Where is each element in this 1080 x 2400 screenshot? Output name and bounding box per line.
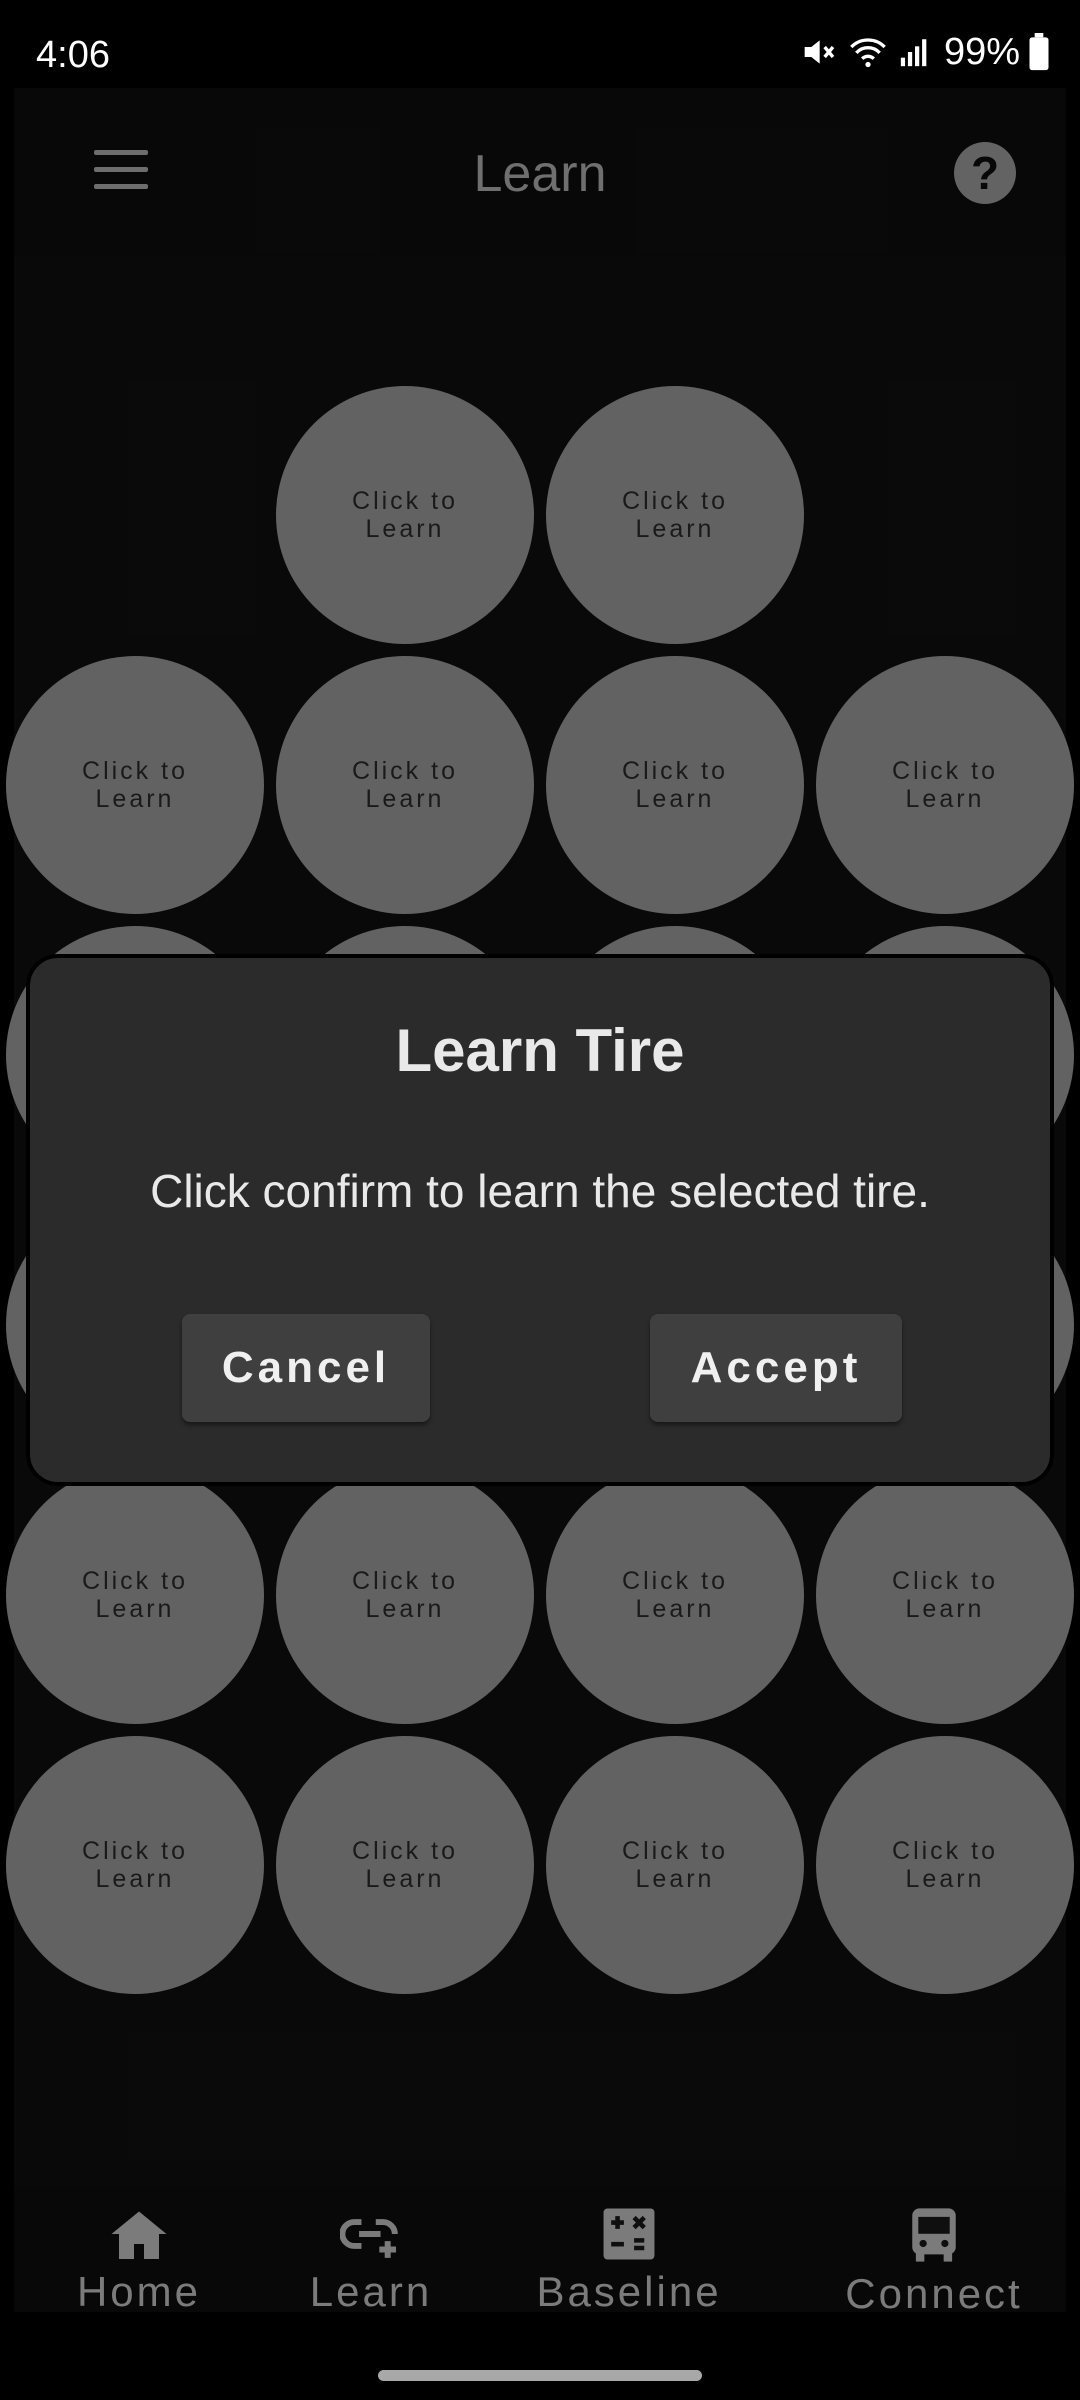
learn-tire-dialog: Learn Tire Click confirm to learn the se… xyxy=(26,954,1054,1486)
dialog-title: Learn Tire xyxy=(395,1017,685,1084)
dialog-message: Click confirm to learn the selected tire… xyxy=(150,1165,930,1217)
accept-button[interactable]: Accept xyxy=(650,1314,902,1422)
status-icons: 99% xyxy=(798,30,1050,74)
battery-percent: 99% xyxy=(943,30,1020,73)
battery-icon xyxy=(1028,33,1050,71)
mute-icon xyxy=(798,32,838,72)
cancel-button[interactable]: Cancel xyxy=(182,1314,430,1422)
status-time: 4:06 xyxy=(36,34,110,76)
signal-icon xyxy=(898,34,932,70)
status-bar: 4:06 99% xyxy=(0,0,1080,88)
wifi-icon xyxy=(846,32,890,72)
